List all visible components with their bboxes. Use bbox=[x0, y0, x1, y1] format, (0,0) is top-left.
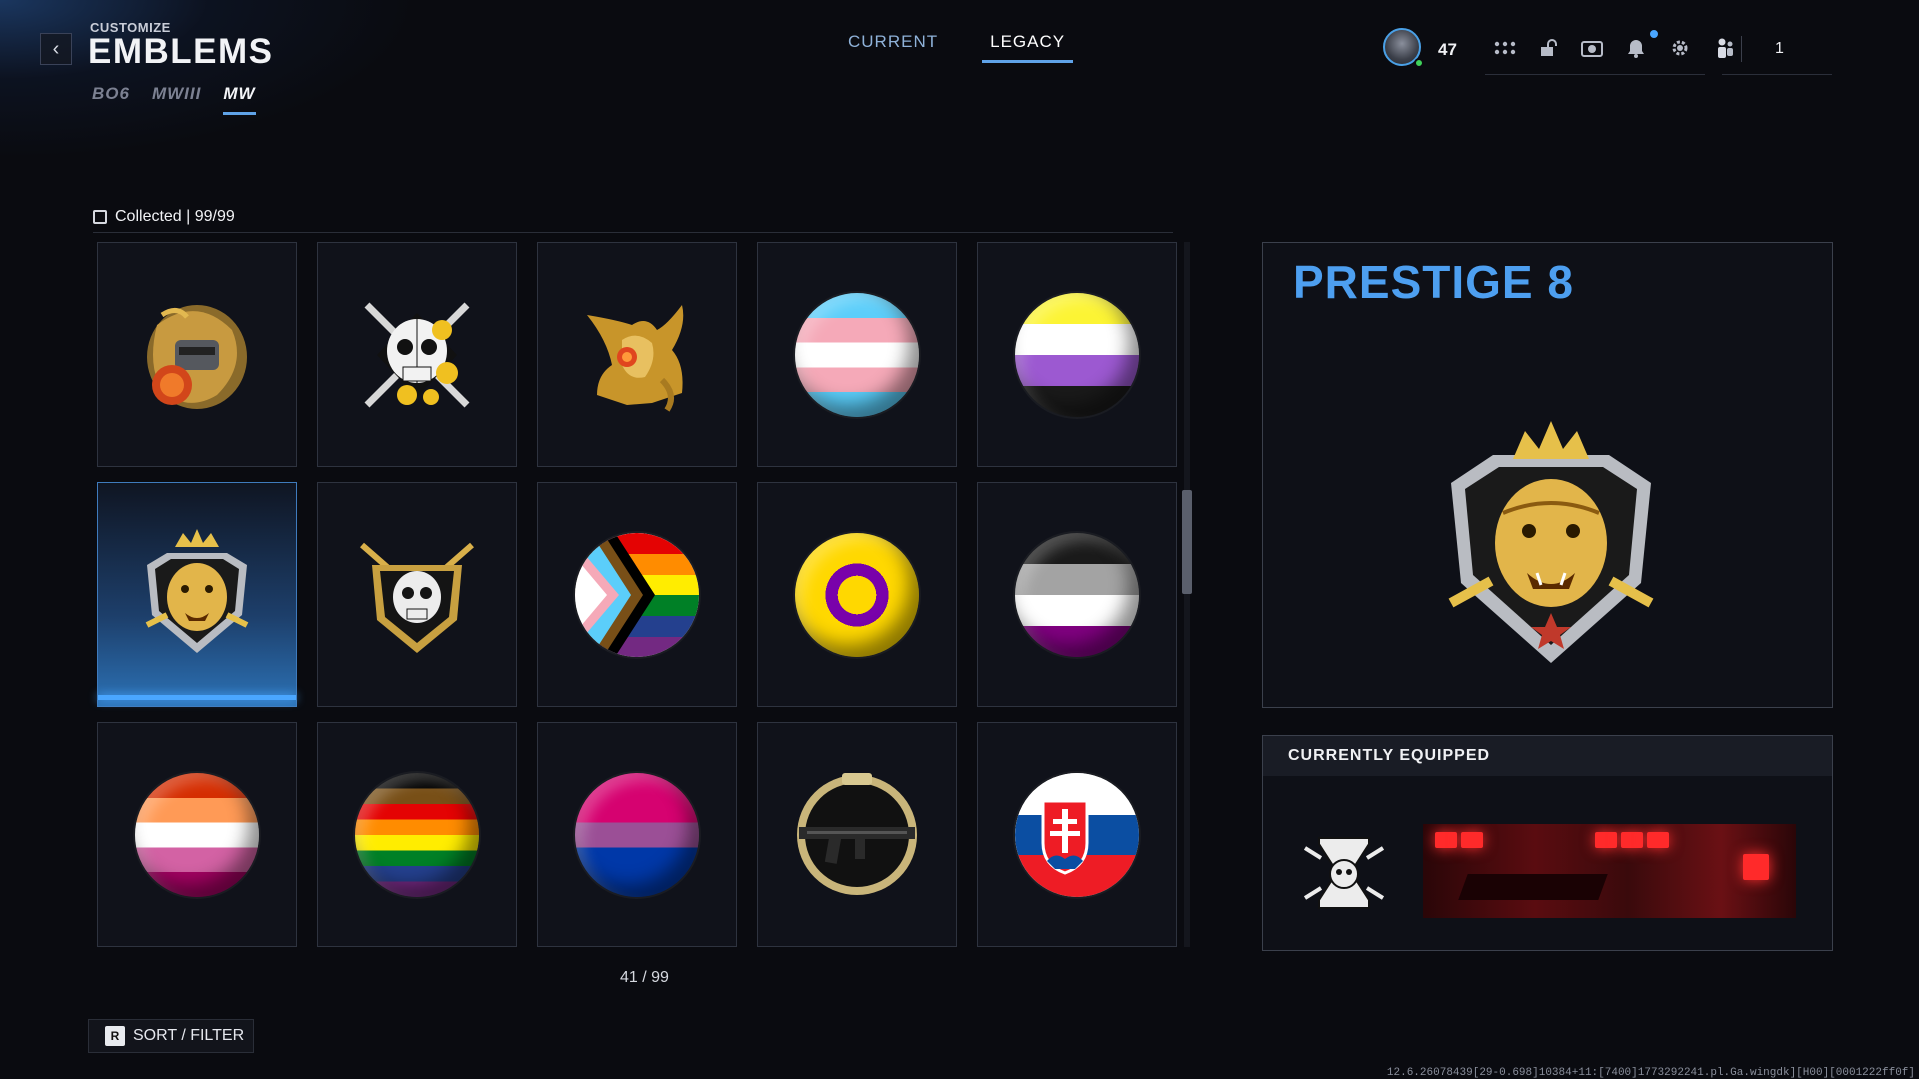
back-button[interactable]: ‹ bbox=[40, 33, 72, 65]
divider bbox=[1722, 74, 1832, 75]
nonbinary-flag-emblem bbox=[1015, 292, 1139, 417]
lesbian-flag-emblem bbox=[135, 772, 259, 897]
tab-mwiii[interactable]: MWIII bbox=[152, 84, 201, 115]
tab-mw[interactable]: MW bbox=[223, 84, 256, 115]
game-tabs: BO6 MWIII MW bbox=[92, 84, 256, 115]
trans-pride-flag-emblem bbox=[795, 292, 919, 417]
party-count: 1 bbox=[1775, 40, 1784, 57]
emblem-cell-slovakia-flag[interactable] bbox=[977, 722, 1177, 947]
lock-icon bbox=[93, 210, 107, 224]
red-light-icon bbox=[1435, 832, 1457, 848]
skull-roses-emblem bbox=[364, 302, 470, 407]
gear-icon[interactable] bbox=[1667, 36, 1693, 60]
scrollbar-thumb[interactable] bbox=[1182, 490, 1192, 594]
emblem-cell-philly-flag[interactable] bbox=[317, 722, 517, 947]
skull-crest-emblem bbox=[360, 542, 474, 653]
bisexual-flag-emblem bbox=[575, 772, 699, 897]
snake-helmet-emblem bbox=[147, 304, 247, 409]
online-status-dot bbox=[1414, 58, 1424, 68]
emblem-cell-snake-helmet[interactable] bbox=[97, 242, 297, 467]
red-light-icon bbox=[1461, 832, 1483, 848]
emblem-grid bbox=[97, 242, 1177, 947]
currently-equipped-panel: CURRENTLY EQUIPPED bbox=[1262, 735, 1833, 951]
divider bbox=[93, 232, 1173, 233]
emblem-cell-progress-flag[interactable] bbox=[537, 482, 737, 707]
separator bbox=[1741, 36, 1742, 62]
collected-label: Collected | 99/99 bbox=[115, 208, 235, 225]
sort-filter-label: SORT / FILTER bbox=[133, 1027, 245, 1044]
header-glow bbox=[0, 0, 420, 160]
top-right-bar: 47 1 bbox=[1380, 24, 1832, 76]
tab-legacy[interactable]: LEGACY bbox=[982, 32, 1074, 63]
unlock-icon[interactable] bbox=[1535, 36, 1561, 60]
party-icon[interactable] bbox=[1712, 36, 1738, 60]
table-shape bbox=[1458, 874, 1608, 900]
calling-card[interactable] bbox=[1423, 824, 1796, 918]
camera-icon[interactable] bbox=[1579, 36, 1605, 60]
mw-rifle-emblem bbox=[797, 772, 917, 895]
golden-dragon-emblem bbox=[587, 304, 684, 412]
tab-bo6[interactable]: BO6 bbox=[92, 84, 130, 115]
red-light-icon bbox=[1595, 832, 1617, 848]
version-string: 12.6.26078439[29-0.698]10384+11:[7400]17… bbox=[1386, 1067, 1915, 1079]
emblem-cell-mw-rifle[interactable] bbox=[757, 722, 957, 947]
emblem-preview-panel: PRESTIGE 8 bbox=[1262, 242, 1833, 708]
emblem-cell-prestige-8[interactable] bbox=[97, 482, 297, 707]
chevron-left-icon: ‹ bbox=[52, 37, 60, 60]
hourglass-skull-emblem[interactable] bbox=[1299, 828, 1389, 918]
player-level: 47 bbox=[1438, 40, 1457, 59]
apps-grid-icon[interactable] bbox=[1492, 36, 1518, 60]
philly-pride-flag-emblem bbox=[355, 772, 479, 897]
asexual-flag-emblem bbox=[1015, 532, 1139, 657]
emblem-cell-skull-crest[interactable] bbox=[317, 482, 517, 707]
equipped-header: CURRENTLY EQUIPPED bbox=[1263, 736, 1832, 776]
tab-current[interactable]: CURRENT bbox=[840, 32, 946, 63]
emblem-cell-lesbian-flag[interactable] bbox=[97, 722, 297, 947]
prestige-8-tiger-emblem-large bbox=[1448, 421, 1654, 663]
page-title: EMBLEMS bbox=[88, 32, 274, 71]
slovakia-flag-emblem bbox=[1015, 772, 1139, 897]
sort-filter-button[interactable]: R SORT / FILTER bbox=[88, 1019, 254, 1053]
collection-header: Collected | 99/99 bbox=[93, 208, 235, 226]
scrollbar-track[interactable] bbox=[1184, 242, 1190, 947]
prestige-8-tiger-emblem bbox=[145, 528, 249, 653]
progress-pride-flag-emblem bbox=[575, 532, 699, 657]
notification-dot bbox=[1650, 30, 1658, 38]
emblem-cell-skull-roses[interactable] bbox=[317, 242, 517, 467]
pagination-count: 41 / 99 bbox=[620, 969, 669, 986]
bell-icon[interactable] bbox=[1623, 36, 1649, 60]
emblem-cell-intersex-flag[interactable] bbox=[757, 482, 957, 707]
emblem-cell-bisexual-flag[interactable] bbox=[537, 722, 737, 947]
emblem-cell-golden-dragon[interactable] bbox=[537, 242, 737, 467]
red-light-icon bbox=[1621, 832, 1643, 848]
preview-title: PRESTIGE 8 bbox=[1293, 256, 1574, 308]
top-tabs: CURRENT LEGACY bbox=[840, 32, 1074, 63]
key-hint-r: R bbox=[105, 1026, 125, 1046]
red-light-icon bbox=[1743, 854, 1769, 880]
intersex-flag-emblem bbox=[795, 532, 919, 657]
divider bbox=[1485, 74, 1705, 75]
emblem-cell-nonbinary-flag[interactable] bbox=[977, 242, 1177, 467]
red-light-icon bbox=[1647, 832, 1669, 848]
emblem-cell-asexual-flag[interactable] bbox=[977, 482, 1177, 707]
emblem-cell-trans-flag[interactable] bbox=[757, 242, 957, 467]
